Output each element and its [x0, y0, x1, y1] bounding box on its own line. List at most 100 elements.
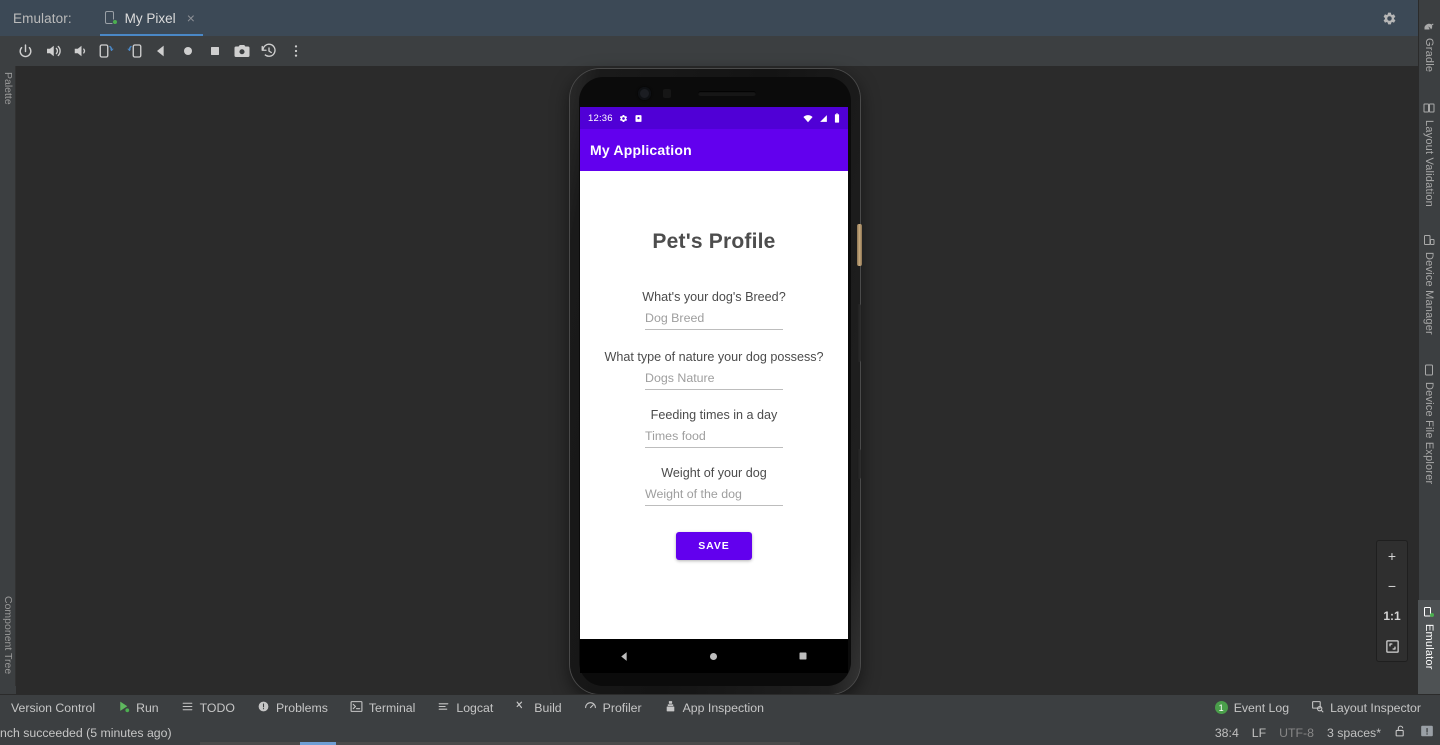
volume-up-button[interactable]	[39, 38, 66, 64]
rrail-item-emulator-label: Emulator	[1423, 624, 1435, 670]
zoom-in-button[interactable]: +	[1377, 541, 1407, 571]
dog-weight-input[interactable]: Weight of the dog	[645, 485, 783, 506]
device-volume-rocker[interactable]	[857, 304, 861, 362]
rotate-history-button[interactable]	[255, 38, 282, 64]
rotate-right-button[interactable]	[120, 38, 147, 64]
back-button[interactable]	[147, 38, 174, 64]
line-separator[interactable]: LF	[1252, 726, 1266, 740]
zoom-controls: + − 1:1	[1376, 540, 1408, 662]
home-button[interactable]	[174, 38, 201, 64]
save-button[interactable]: SAVE	[676, 532, 752, 560]
gradle-icon	[1423, 20, 1435, 35]
tool-button-todo[interactable]: TODO	[170, 695, 246, 721]
app-inspection-label: App Inspection	[682, 700, 764, 715]
profiler-icon	[584, 700, 597, 716]
rrail-item-emulator[interactable]: Emulator	[1418, 600, 1440, 694]
actual-size-button[interactable]: 1:1	[1377, 601, 1407, 631]
todo-list-icon	[181, 700, 194, 716]
tool-button-version-control[interactable]: Version Control	[0, 695, 106, 721]
run-label: Run	[136, 700, 159, 715]
tool-button-build[interactable]: Build	[504, 695, 572, 721]
page-title: Pet's Profile	[652, 230, 776, 253]
field-dog-breed-label: What's your dog's Breed?	[642, 290, 786, 304]
logcat-label: Logcat	[456, 700, 494, 715]
emulator-tab-label: My Pixel	[124, 10, 176, 26]
home-circle-icon[interactable]	[694, 650, 734, 663]
fit-to-screen-icon[interactable]	[1377, 631, 1407, 661]
rrail-item-layout-validation[interactable]: Layout Validation	[1418, 96, 1440, 207]
caret-position[interactable]: 38:4	[1215, 726, 1239, 740]
app-bar-title: My Application	[590, 142, 692, 158]
status-message: nch succeeded (5 minutes ago)	[0, 725, 172, 740]
tool-window-bar: Version Control Run TODO Problems Termin…	[0, 694, 1440, 720]
overview-button[interactable]	[201, 38, 228, 64]
device-power-button[interactable]	[857, 224, 862, 266]
terminal-icon	[350, 700, 363, 716]
device-icon	[104, 11, 118, 25]
tool-button-run[interactable]: Run	[106, 695, 170, 721]
rrail-item-gradle[interactable]: Gradle	[1418, 14, 1440, 72]
file-encoding[interactable]: UTF-8	[1279, 726, 1314, 740]
rrail-item-device-manager[interactable]: Device Manager	[1418, 228, 1440, 335]
rotate-left-button[interactable]	[93, 38, 120, 64]
volume-down-button[interactable]	[66, 38, 93, 64]
tool-button-logcat[interactable]: Logcat	[426, 695, 504, 721]
indent-setting[interactable]: 3 spaces*	[1327, 726, 1381, 740]
tool-button-terminal[interactable]: Terminal	[339, 695, 426, 721]
emulator-tab-header: Emulator: My Pixel ×	[0, 0, 1440, 36]
close-icon[interactable]: ×	[183, 11, 195, 25]
wifi-icon	[803, 114, 813, 123]
device-screen[interactable]: 12:36 My Application Pet's Profile What'…	[580, 107, 848, 639]
emulator-toolbar	[0, 36, 1440, 66]
tool-button-profiler[interactable]: Profiler	[573, 695, 653, 721]
dogs-nature-input[interactable]: Dogs Nature	[645, 369, 783, 390]
times-food-input[interactable]: Times food	[645, 427, 783, 448]
tool-button-problems[interactable]: Problems	[246, 695, 339, 721]
notification-exclamation-icon[interactable]	[1420, 724, 1434, 741]
zoom-out-button[interactable]: −	[1377, 571, 1407, 601]
dog-breed-input[interactable]: Dog Breed	[645, 309, 783, 330]
tool-button-app-inspection[interactable]: App Inspection	[653, 695, 775, 721]
left-tool-rail: Palette Component Tree	[0, 66, 16, 686]
front-camera-icon	[638, 87, 651, 100]
todo-label: TODO	[199, 700, 235, 715]
unlocked-padlock-icon[interactable]	[1394, 724, 1407, 741]
rrail-item-device-file-explorer-label: Device File Explorer	[1423, 382, 1435, 485]
earpiece-speaker	[698, 91, 756, 96]
rrail-item-device-file-explorer[interactable]: Device File Explorer	[1418, 358, 1440, 484]
power-button[interactable]	[12, 38, 39, 64]
rail-item-palette-label: Palette	[2, 72, 14, 105]
event-log-badge: 1	[1214, 701, 1228, 714]
emulator-device-tab[interactable]: My Pixel ×	[99, 0, 203, 36]
device-manager-icon	[1423, 234, 1435, 249]
logcat-icon	[437, 700, 450, 716]
rail-item-component-tree-label: Component Tree	[2, 596, 14, 675]
screenshot-button[interactable]	[228, 38, 255, 64]
back-triangle-icon[interactable]	[605, 650, 645, 663]
problems-warning-icon	[257, 700, 270, 716]
emulator-label: Emulator:	[13, 10, 72, 26]
field-dog-nature-label: What type of nature your dog possess?	[604, 350, 824, 364]
tool-button-event-log[interactable]: 1 Event Log	[1204, 695, 1300, 721]
rrail-item-device-manager-label: Device Manager	[1423, 252, 1435, 335]
emulated-device[interactable]: 12:36 My Application Pet's Profile What'…	[570, 69, 862, 694]
kebab-menu-icon[interactable]	[282, 38, 309, 64]
tool-button-layout-inspector[interactable]: Layout Inspector	[1300, 695, 1432, 721]
emulator-icon	[1423, 606, 1435, 621]
build-label: Build	[534, 700, 562, 715]
rail-item-palette[interactable]: Palette	[0, 72, 16, 105]
field-dog-weight: Weight of your dog Weight of the dog	[580, 466, 848, 506]
layout-inspector-label: Layout Inspector	[1330, 700, 1421, 715]
problems-label: Problems	[275, 700, 328, 715]
gear-icon	[619, 114, 628, 123]
build-hammer-icon	[515, 700, 528, 716]
recents-square-icon[interactable]	[783, 650, 823, 662]
field-dog-weight-label: Weight of your dog	[661, 466, 767, 480]
rail-item-component-tree[interactable]: Component Tree	[0, 596, 16, 674]
device-side-button[interactable]	[857, 449, 861, 479]
gear-icon[interactable]	[1380, 9, 1398, 27]
field-dog-nature: What type of nature your dog possess? Do…	[580, 350, 848, 390]
run-play-icon	[117, 700, 130, 716]
status-bar-time: 12:36	[588, 112, 613, 124]
android-navigation-bar	[580, 639, 848, 673]
